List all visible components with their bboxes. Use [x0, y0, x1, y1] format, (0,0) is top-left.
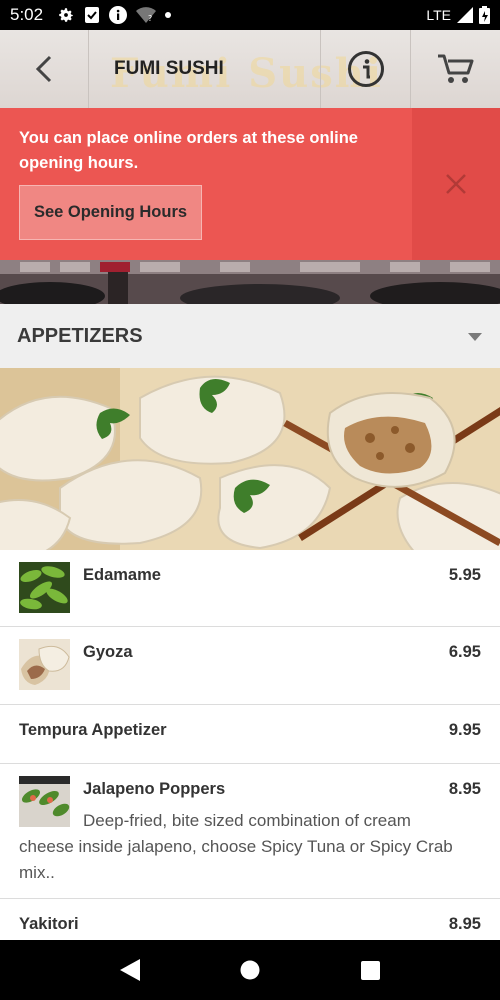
- item-price: 6.95: [448, 643, 481, 661]
- info-icon: [109, 6, 128, 24]
- banner-message: You can place online orders at these onl…: [19, 129, 358, 172]
- category-title: APPETIZERS: [17, 324, 143, 347]
- banner-close-button[interactable]: [412, 108, 500, 260]
- system-navigation-bar: [0, 940, 500, 1000]
- nav-back-icon[interactable]: [120, 959, 141, 981]
- item-name: Yakitori: [19, 915, 79, 933]
- info-button[interactable]: [321, 30, 411, 108]
- category-image: [0, 368, 500, 550]
- cart-button[interactable]: [411, 30, 500, 108]
- status-bar: 5:02 ? LTE: [0, 0, 500, 30]
- nav-home-icon[interactable]: [240, 960, 260, 980]
- see-opening-hours-button[interactable]: See Opening Hours: [19, 185, 202, 240]
- item-thumbnail: [19, 639, 70, 690]
- item-thumbnail: [19, 562, 70, 613]
- menu-item[interactable]: Gyoza 6.95: [0, 627, 500, 705]
- item-name: Gyoza: [83, 643, 133, 661]
- chevron-left-icon: [35, 55, 52, 83]
- screen: 5:02 ? LTE Fumi Sushi FUMI SUSHI You can…: [0, 0, 500, 1000]
- battery-icon: [479, 6, 490, 24]
- item-name: Tempura Appetizer: [19, 721, 167, 739]
- gear-icon: [59, 8, 73, 22]
- restaurant-cover-image: [0, 260, 500, 304]
- clipboard-check-icon: [85, 7, 100, 23]
- top-app-bar: Fumi Sushi FUMI SUSHI: [0, 30, 500, 108]
- restaurant-title: FUMI SUSHI: [89, 30, 321, 108]
- online-ordering-banner: You can place online orders at these onl…: [0, 108, 500, 260]
- item-price: 5.95: [448, 566, 481, 584]
- menu-item[interactable]: Tempura Appetizer 9.95: [0, 705, 500, 764]
- close-icon: [446, 174, 466, 194]
- status-right: LTE: [426, 6, 490, 24]
- status-icons: ?: [57, 6, 172, 24]
- item-price: 9.95: [448, 721, 481, 739]
- item-price: 8.95: [448, 915, 481, 933]
- nav-recents-icon[interactable]: [360, 960, 380, 980]
- network-label: LTE: [426, 7, 451, 23]
- item-name: Jalapeno Poppers: [83, 780, 226, 798]
- wifi-question-icon: ?: [136, 7, 157, 23]
- back-button[interactable]: [0, 30, 89, 108]
- caret-down-icon: [468, 333, 482, 341]
- item-name: Edamame: [83, 566, 161, 584]
- signal-icon: [457, 7, 473, 23]
- menu-item-list: Edamame 5.95 Gyoza 6.95 Tempura Appetize…: [0, 550, 500, 959]
- dot-icon: [165, 12, 172, 18]
- item-description: Deep-fried, bite sized combination of cr…: [19, 811, 453, 882]
- item-price: 8.95: [448, 780, 481, 798]
- info-circle-icon: [347, 51, 384, 87]
- cart-icon: [437, 54, 473, 83]
- menu-item[interactable]: Jalapeno Poppers 8.95 Deep-fried, bite s…: [0, 764, 500, 899]
- status-time: 5:02: [10, 5, 44, 24]
- menu-item[interactable]: Edamame 5.95: [0, 550, 500, 627]
- category-header[interactable]: APPETIZERS: [0, 304, 500, 368]
- svg-text:?: ?: [148, 14, 152, 23]
